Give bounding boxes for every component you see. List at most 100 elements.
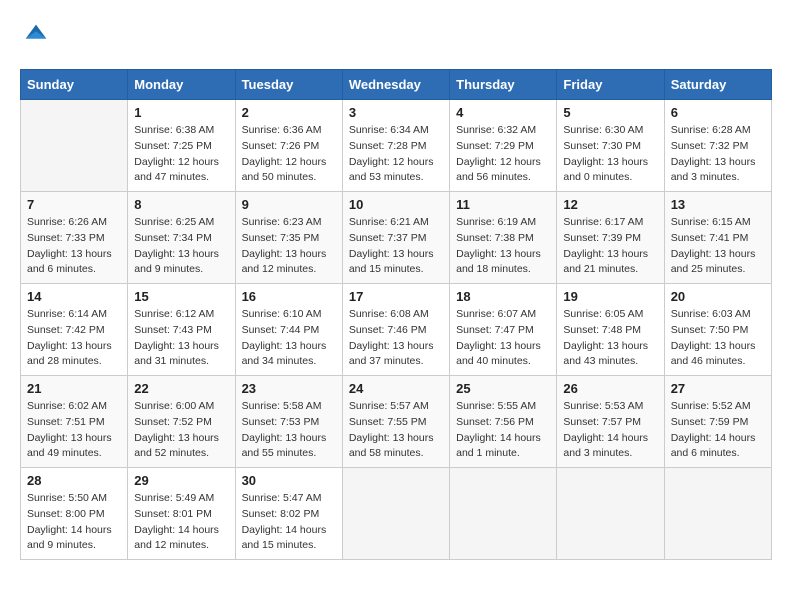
calendar-cell: 17 Sunrise: 6:08 AM Sunset: 7:46 PM Dayli…	[342, 284, 449, 376]
day-info: Sunrise: 6:36 AM Sunset: 7:26 PM Dayligh…	[242, 123, 336, 186]
calendar-cell: 24Sunrise: 5:57 AM Sunset: 7:55 PM Dayli…	[342, 376, 449, 468]
column-header-friday: Friday	[557, 70, 664, 100]
column-header-wednesday: Wednesday	[342, 70, 449, 100]
calendar-cell: 16 Sunrise: 6:10 AM Sunset: 7:44 PM Dayli…	[235, 284, 342, 376]
day-info: Sunrise: 6:15 AM Sunset: 7:41 PM Dayligh…	[671, 215, 765, 278]
logo	[20, 20, 50, 53]
day-info: Sunrise: 6:32 AM Sunset: 7:29 PM Dayligh…	[456, 123, 550, 186]
calendar-cell: 30 Sunrise: 5:47 AM Sunset: 8:02 PM Dayli…	[235, 468, 342, 560]
day-number: 11	[456, 197, 550, 212]
column-header-tuesday: Tuesday	[235, 70, 342, 100]
day-info: Sunrise: 6:14 AM Sunset: 7:42 PM Dayligh…	[27, 307, 121, 370]
calendar-cell: 11Sunrise: 6:19 AM Sunset: 7:38 PM Dayli…	[450, 192, 557, 284]
day-info: Sunrise: 6:00 AM Sunset: 7:52 PM Dayligh…	[134, 399, 228, 462]
day-number: 30	[242, 473, 336, 488]
day-number: 26	[563, 381, 657, 396]
calendar-cell: 21 Sunrise: 6:02 AM Sunset: 7:51 PM Dayli…	[21, 376, 128, 468]
calendar-week-3: 14 Sunrise: 6:14 AM Sunset: 7:42 PM Dayli…	[21, 284, 772, 376]
day-info: Sunrise: 6:12 AM Sunset: 7:43 PM Dayligh…	[134, 307, 228, 370]
calendar-table: SundayMondayTuesdayWednesdayThursdayFrid…	[20, 69, 772, 560]
day-info: Sunrise: 5:47 AM Sunset: 8:02 PM Dayligh…	[242, 491, 336, 554]
day-info: Sunrise: 5:55 AM Sunset: 7:56 PM Dayligh…	[456, 399, 550, 462]
day-info: Sunrise: 6:03 AM Sunset: 7:50 PM Dayligh…	[671, 307, 765, 370]
calendar-cell: 18 Sunrise: 6:07 AM Sunset: 7:47 PM Dayli…	[450, 284, 557, 376]
calendar-cell: 19Sunrise: 6:05 AM Sunset: 7:48 PM Dayli…	[557, 284, 664, 376]
calendar-cell: 10 Sunrise: 6:21 AM Sunset: 7:37 PM Dayli…	[342, 192, 449, 284]
column-header-thursday: Thursday	[450, 70, 557, 100]
day-info: Sunrise: 5:57 AM Sunset: 7:55 PM Dayligh…	[349, 399, 443, 462]
day-number: 25	[456, 381, 550, 396]
column-header-monday: Monday	[128, 70, 235, 100]
day-info: Sunrise: 5:49 AM Sunset: 8:01 PM Dayligh…	[134, 491, 228, 554]
day-number: 18	[456, 289, 550, 304]
calendar-week-2: 7 Sunrise: 6:26 AM Sunset: 7:33 PM Daylig…	[21, 192, 772, 284]
day-info: Sunrise: 6:21 AM Sunset: 7:37 PM Dayligh…	[349, 215, 443, 278]
calendar-cell: 20 Sunrise: 6:03 AM Sunset: 7:50 PM Dayli…	[664, 284, 771, 376]
day-number: 5	[563, 105, 657, 120]
day-info: Sunrise: 5:52 AM Sunset: 7:59 PM Dayligh…	[671, 399, 765, 462]
day-info: Sunrise: 6:05 AM Sunset: 7:48 PM Dayligh…	[563, 307, 657, 370]
calendar-cell: 22 Sunrise: 6:00 AM Sunset: 7:52 PM Dayli…	[128, 376, 235, 468]
day-number: 1	[134, 105, 228, 120]
day-number: 2	[242, 105, 336, 120]
calendar-cell: 7 Sunrise: 6:26 AM Sunset: 7:33 PM Daylig…	[21, 192, 128, 284]
day-number: 10	[349, 197, 443, 212]
calendar-cell: 25 Sunrise: 5:55 AM Sunset: 7:56 PM Dayli…	[450, 376, 557, 468]
day-info: Sunrise: 6:07 AM Sunset: 7:47 PM Dayligh…	[456, 307, 550, 370]
day-number: 15	[134, 289, 228, 304]
day-info: Sunrise: 6:30 AM Sunset: 7:30 PM Dayligh…	[563, 123, 657, 186]
day-info: Sunrise: 6:23 AM Sunset: 7:35 PM Dayligh…	[242, 215, 336, 278]
calendar-cell: 2 Sunrise: 6:36 AM Sunset: 7:26 PM Daylig…	[235, 100, 342, 192]
calendar-cell: 12Sunrise: 6:17 AM Sunset: 7:39 PM Dayli…	[557, 192, 664, 284]
calendar-cell: 13 Sunrise: 6:15 AM Sunset: 7:41 PM Dayli…	[664, 192, 771, 284]
day-number: 16	[242, 289, 336, 304]
day-number: 6	[671, 105, 765, 120]
day-number: 14	[27, 289, 121, 304]
day-info: Sunrise: 6:26 AM Sunset: 7:33 PM Dayligh…	[27, 215, 121, 278]
calendar-cell: 5 Sunrise: 6:30 AM Sunset: 7:30 PM Daylig…	[557, 100, 664, 192]
calendar-body: 1 Sunrise: 6:38 AM Sunset: 7:25 PM Daylig…	[21, 100, 772, 560]
day-info: Sunrise: 6:17 AM Sunset: 7:39 PM Dayligh…	[563, 215, 657, 278]
calendar-cell: 9Sunrise: 6:23 AM Sunset: 7:35 PM Daylig…	[235, 192, 342, 284]
day-info: Sunrise: 5:53 AM Sunset: 7:57 PM Dayligh…	[563, 399, 657, 462]
day-number: 28	[27, 473, 121, 488]
calendar-week-1: 1 Sunrise: 6:38 AM Sunset: 7:25 PM Daylig…	[21, 100, 772, 192]
calendar-cell: 8 Sunrise: 6:25 AM Sunset: 7:34 PM Daylig…	[128, 192, 235, 284]
calendar-cell: 27 Sunrise: 5:52 AM Sunset: 7:59 PM Dayli…	[664, 376, 771, 468]
day-info: Sunrise: 5:58 AM Sunset: 7:53 PM Dayligh…	[242, 399, 336, 462]
day-info: Sunrise: 6:25 AM Sunset: 7:34 PM Dayligh…	[134, 215, 228, 278]
day-number: 7	[27, 197, 121, 212]
day-info: Sunrise: 6:34 AM Sunset: 7:28 PM Dayligh…	[349, 123, 443, 186]
day-number: 8	[134, 197, 228, 212]
day-number: 21	[27, 381, 121, 396]
page-header	[20, 20, 772, 53]
day-number: 4	[456, 105, 550, 120]
calendar-cell	[450, 468, 557, 560]
calendar-header: SundayMondayTuesdayWednesdayThursdayFrid…	[21, 70, 772, 100]
logo-icon	[22, 20, 50, 48]
calendar-cell	[342, 468, 449, 560]
calendar-cell	[557, 468, 664, 560]
calendar-cell: 29Sunrise: 5:49 AM Sunset: 8:01 PM Dayli…	[128, 468, 235, 560]
day-number: 13	[671, 197, 765, 212]
day-info: Sunrise: 6:38 AM Sunset: 7:25 PM Dayligh…	[134, 123, 228, 186]
calendar-cell: 4 Sunrise: 6:32 AM Sunset: 7:29 PM Daylig…	[450, 100, 557, 192]
day-info: Sunrise: 6:02 AM Sunset: 7:51 PM Dayligh…	[27, 399, 121, 462]
calendar-week-4: 21 Sunrise: 6:02 AM Sunset: 7:51 PM Dayli…	[21, 376, 772, 468]
calendar-cell: 14 Sunrise: 6:14 AM Sunset: 7:42 PM Dayli…	[21, 284, 128, 376]
day-number: 3	[349, 105, 443, 120]
day-number: 23	[242, 381, 336, 396]
day-number: 17	[349, 289, 443, 304]
calendar-cell: 26 Sunrise: 5:53 AM Sunset: 7:57 PM Dayli…	[557, 376, 664, 468]
day-number: 22	[134, 381, 228, 396]
day-number: 20	[671, 289, 765, 304]
calendar-cell	[21, 100, 128, 192]
calendar-cell: 28 Sunrise: 5:50 AM Sunset: 8:00 PM Dayli…	[21, 468, 128, 560]
calendar-cell	[664, 468, 771, 560]
column-header-sunday: Sunday	[21, 70, 128, 100]
day-info: Sunrise: 5:50 AM Sunset: 8:00 PM Dayligh…	[27, 491, 121, 554]
day-info: Sunrise: 6:10 AM Sunset: 7:44 PM Dayligh…	[242, 307, 336, 370]
calendar-cell: 6Sunrise: 6:28 AM Sunset: 7:32 PM Daylig…	[664, 100, 771, 192]
day-number: 27	[671, 381, 765, 396]
day-info: Sunrise: 6:08 AM Sunset: 7:46 PM Dayligh…	[349, 307, 443, 370]
